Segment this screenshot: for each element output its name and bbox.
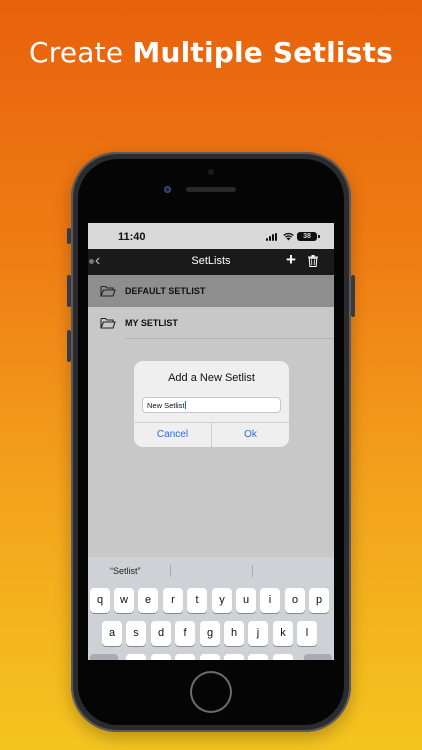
- setlist-row-label: MY SETLIST: [125, 318, 178, 328]
- key-k[interactable]: k: [273, 621, 293, 646]
- key-l[interactable]: l: [297, 621, 317, 646]
- row-divider: [125, 338, 334, 339]
- suggestion-word[interactable]: “Setlist”: [110, 566, 141, 576]
- suggestion-divider: [170, 565, 171, 577]
- dialog-title: Add a New Setlist: [168, 372, 255, 384]
- shift-key[interactable]: [90, 654, 118, 660]
- setlist-row-label: DEFAULT SETLIST: [125, 286, 206, 296]
- text-caret: [185, 401, 187, 409]
- key-q[interactable]: q: [90, 588, 110, 613]
- home-button[interactable]: [190, 671, 232, 713]
- key-p[interactable]: p: [309, 588, 329, 613]
- key-row3-1[interactable]: [126, 654, 146, 660]
- phone-volume-down: [67, 330, 71, 362]
- key-e[interactable]: e: [138, 588, 158, 613]
- proximity-sensor: [208, 169, 214, 175]
- ok-button[interactable]: Ok: [212, 422, 289, 447]
- key-s[interactable]: s: [126, 621, 146, 646]
- navigation-bar: ‹ SetLists +: [88, 249, 334, 275]
- key-row3-7[interactable]: [273, 654, 293, 660]
- key-y[interactable]: y: [212, 588, 232, 613]
- key-d[interactable]: d: [151, 621, 171, 646]
- key-row3-2[interactable]: [151, 654, 171, 660]
- key-o[interactable]: o: [285, 588, 305, 613]
- status-time: 11:40: [118, 231, 146, 243]
- key-i[interactable]: i: [260, 588, 280, 613]
- earpiece-speaker: [186, 187, 236, 192]
- key-row3-5[interactable]: [224, 654, 244, 660]
- battery-icon: 38: [297, 232, 320, 241]
- key-w[interactable]: w: [114, 588, 134, 613]
- key-row3-3[interactable]: [175, 654, 195, 660]
- trash-icon[interactable]: [308, 255, 318, 267]
- cellular-signal-icon: [266, 233, 279, 241]
- key-t[interactable]: t: [187, 588, 207, 613]
- cancel-button[interactable]: Cancel: [134, 422, 211, 447]
- key-a[interactable]: a: [102, 621, 122, 646]
- add-setlist-dialog: Add a New Setlist New Setlist Cancel Ok: [134, 361, 289, 447]
- status-bar: 11:40 38: [88, 223, 334, 249]
- folder-icon: [100, 317, 116, 329]
- headline-prefix: Create: [29, 36, 124, 69]
- predictive-bar: “Setlist”: [88, 557, 334, 585]
- headline-emphasis: Multiple Setlists: [132, 36, 393, 69]
- suggestion-divider: [252, 565, 253, 577]
- front-camera-icon: [164, 186, 171, 193]
- wifi-icon: [283, 232, 294, 244]
- setlist-row-default[interactable]: DEFAULT SETLIST: [88, 275, 334, 307]
- headline: Create Multiple Setlists: [0, 36, 422, 69]
- key-r[interactable]: r: [163, 588, 183, 613]
- folder-icon: [100, 285, 116, 297]
- setlist-name-input[interactable]: New Setlist: [142, 397, 281, 413]
- key-g[interactable]: g: [200, 621, 220, 646]
- app-screen: 11:40 38 ‹ SetLists + DEFAULT SETLIST MY…: [88, 223, 334, 660]
- key-row3-4[interactable]: [200, 654, 220, 660]
- keyboard: “Setlist” q w e r t y u i o p a s d f g …: [88, 557, 334, 660]
- setlist-row-my-setlist[interactable]: MY SETLIST: [88, 307, 334, 339]
- key-u[interactable]: u: [236, 588, 256, 613]
- key-h[interactable]: h: [224, 621, 244, 646]
- key-row3-6[interactable]: [248, 654, 268, 660]
- phone-volume-up: [67, 275, 71, 307]
- battery-level: 38: [303, 233, 311, 240]
- key-j[interactable]: j: [248, 621, 268, 646]
- nav-title: SetLists: [191, 255, 231, 267]
- add-setlist-plus-icon[interactable]: +: [286, 251, 296, 269]
- setlist-name-value: New Setlist: [147, 401, 185, 410]
- phone-power-button: [351, 275, 355, 317]
- phone-mute-switch: [67, 228, 71, 244]
- key-f[interactable]: f: [175, 621, 195, 646]
- delete-key[interactable]: [304, 654, 332, 660]
